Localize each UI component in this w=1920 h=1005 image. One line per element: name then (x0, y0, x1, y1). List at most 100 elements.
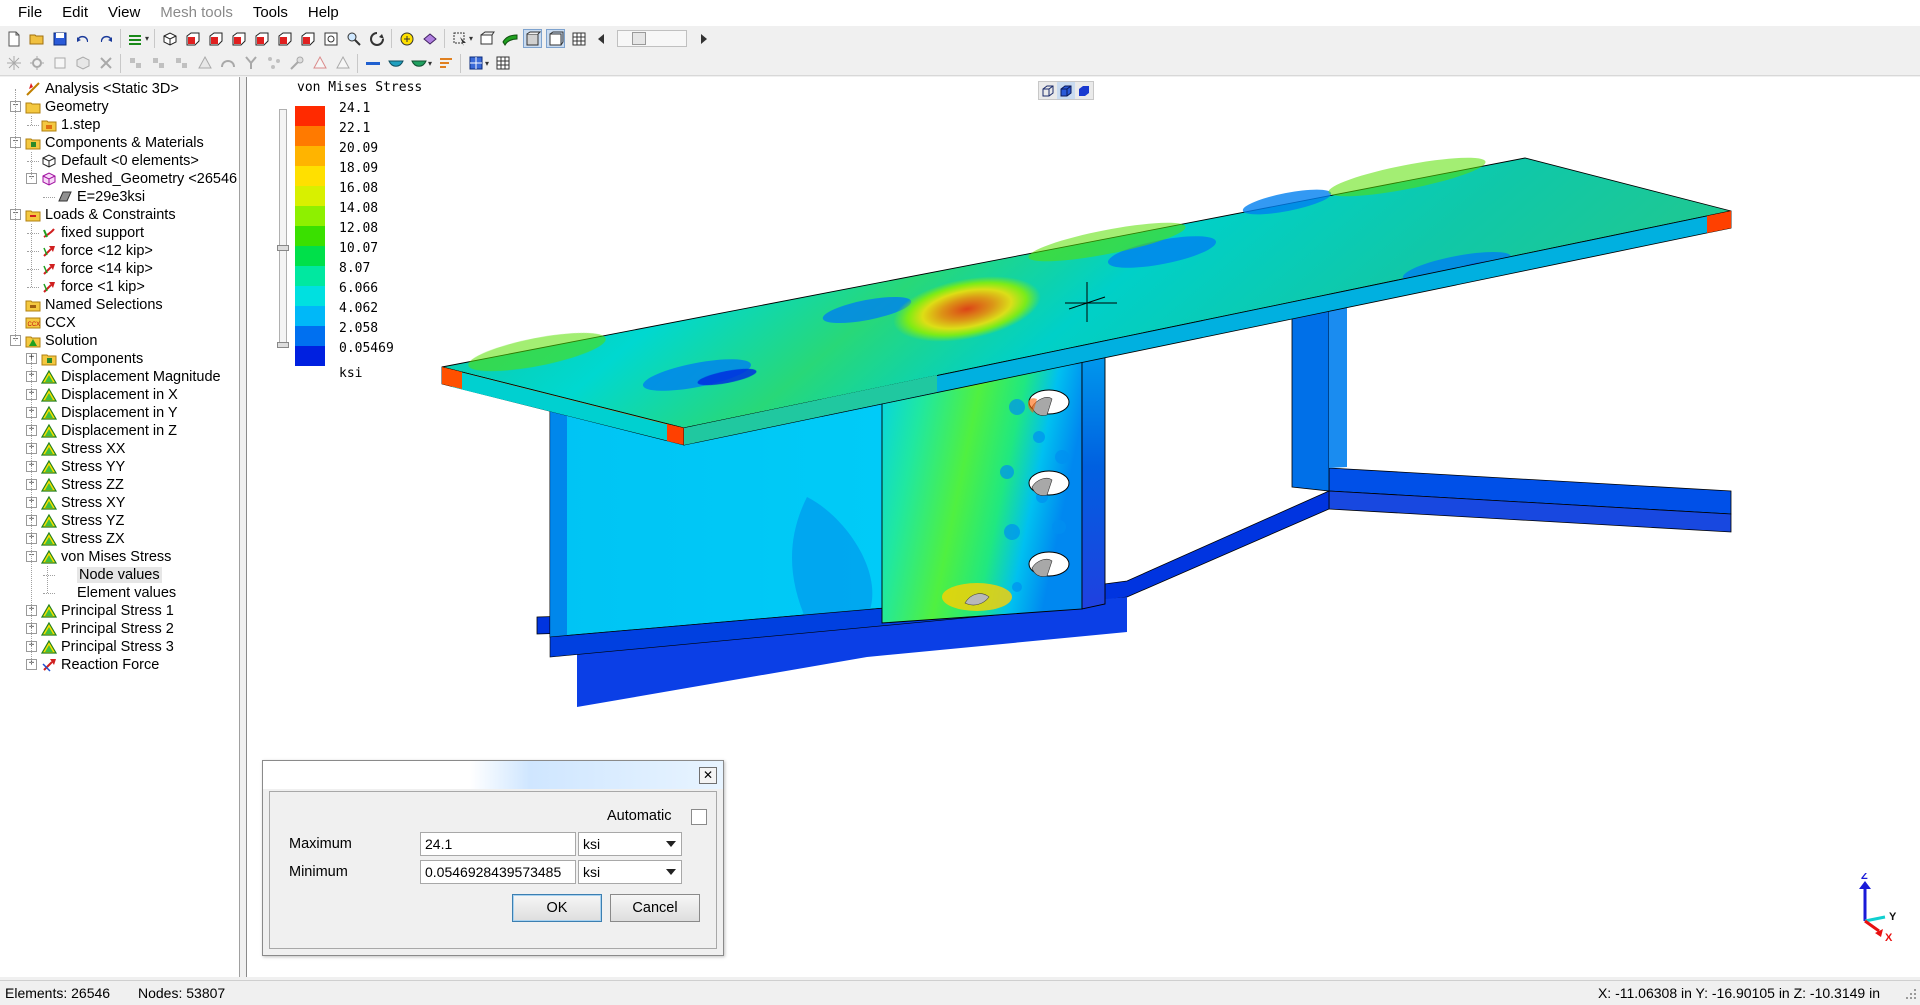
maximum-unit-select[interactable]: ksi (578, 832, 682, 856)
rotate-icon[interactable] (367, 29, 386, 48)
surface-icon[interactable] (500, 29, 519, 48)
dialog-body: Automatic Maximum ksi Minimum ksi OK Can… (269, 791, 717, 949)
redo-icon[interactable] (96, 29, 115, 48)
legend-range-slider[interactable] (277, 109, 289, 348)
table-icon[interactable] (493, 54, 512, 73)
snowflake-icon[interactable] (4, 54, 23, 73)
resize-grip-icon[interactable] (1902, 985, 1918, 1001)
force-icon (40, 279, 57, 296)
node-icon[interactable] (126, 54, 145, 73)
legend-title: von Mises Stress (297, 80, 423, 95)
legend-value: 8.07 (339, 261, 371, 276)
zoom-fit-icon[interactable] (321, 29, 340, 48)
cursor-dropdown-icon[interactable] (450, 29, 469, 48)
toolbar-slider[interactable] (617, 30, 688, 47)
zoom-icon[interactable] (344, 29, 363, 48)
cube-icon[interactable] (73, 54, 92, 73)
bowl-icon[interactable] (386, 54, 405, 73)
triangle-icon[interactable] (333, 54, 352, 73)
open-folder-icon[interactable] (27, 29, 46, 48)
slider-left-icon[interactable] (592, 29, 611, 48)
automatic-checkbox[interactable] (691, 809, 707, 825)
automatic-label: Automatic (607, 808, 672, 824)
tree-item-reaction-force[interactable]: Reaction Force (40, 654, 159, 676)
status-nodes: Nodes: 53807 (138, 985, 226, 1001)
minimum-unit-select[interactable]: ksi (578, 860, 682, 884)
box-select-icon[interactable] (477, 29, 496, 48)
maximum-input[interactable] (420, 832, 576, 856)
node2-icon[interactable] (149, 54, 168, 73)
legend-slider-handle-upper[interactable] (277, 245, 289, 251)
minimum-input[interactable] (420, 860, 576, 884)
menu-tools[interactable]: Tools (243, 0, 298, 26)
view-iso-icon[interactable] (160, 29, 179, 48)
toolbar-slider-thumb[interactable] (632, 32, 647, 45)
save-icon[interactable] (50, 29, 69, 48)
tree-item-label: Displacement in Z (61, 423, 178, 439)
dropdown-arrow-icon[interactable]: ▾ (485, 59, 489, 68)
view-front-icon[interactable] (183, 29, 202, 48)
secondary-toolbar: ▾ ▾ (0, 51, 1920, 76)
legend-swatch (295, 146, 325, 166)
legend-value: 14.08 (339, 201, 379, 216)
cone-icon[interactable] (195, 54, 214, 73)
wireframe-edges-icon[interactable] (546, 29, 566, 48)
layers-dropdown-icon[interactable] (126, 29, 145, 48)
bowl-green-icon[interactable] (409, 54, 428, 73)
menu-edit[interactable]: Edit (52, 0, 98, 26)
grid-icon[interactable] (466, 54, 485, 73)
cancel-button[interactable]: Cancel (610, 894, 700, 922)
menu-help[interactable]: Help (298, 0, 349, 26)
view-bottom-icon[interactable] (298, 29, 317, 48)
wireframe-view-icon[interactable] (1039, 82, 1057, 99)
select-mode-icon[interactable] (420, 29, 439, 48)
beam-icon[interactable] (363, 54, 382, 73)
close-icon[interactable]: ✕ (699, 767, 717, 784)
legend-slider-handle-lower[interactable] (277, 342, 289, 348)
shaded-edges-view-icon[interactable] (1057, 82, 1075, 99)
menu-view[interactable]: View (98, 0, 150, 26)
gear-sun-icon[interactable] (27, 54, 46, 73)
tree-guide (31, 152, 32, 179)
delete-icon[interactable] (96, 54, 115, 73)
shaded-icon[interactable] (523, 29, 543, 48)
probe-icon[interactable] (287, 54, 306, 73)
tree-connector (27, 161, 39, 162)
dialog-titlebar[interactable]: ✕ (263, 761, 723, 789)
view-right-icon[interactable] (252, 29, 271, 48)
rect-icon[interactable] (50, 54, 69, 73)
undo-icon[interactable] (73, 29, 92, 48)
pan-icon[interactable] (397, 29, 416, 48)
node3-icon[interactable] (172, 54, 191, 73)
fork-icon[interactable] (241, 54, 260, 73)
dropdown-arrow-icon[interactable]: ▾ (428, 59, 432, 68)
mesh-part-magenta-icon (40, 171, 57, 188)
legend-value: 24.1 (339, 101, 371, 116)
shaded-view-icon[interactable] (1075, 82, 1093, 99)
tree-item-label: Principal Stress 3 (61, 639, 174, 655)
ok-button[interactable]: OK (512, 894, 602, 922)
dropdown-arrow-icon[interactable]: ▾ (145, 34, 149, 43)
axis-z-label: Z (1861, 873, 1868, 882)
result-icon (40, 639, 57, 656)
slider-right-icon[interactable] (693, 29, 712, 48)
tree-guide (47, 566, 48, 593)
new-file-icon[interactable] (4, 29, 23, 48)
menu-file[interactable]: File (8, 0, 52, 26)
scatter-icon[interactable] (264, 54, 283, 73)
dropdown-arrow-icon[interactable]: ▾ (469, 34, 473, 43)
tree-item-label: 1.step (61, 117, 101, 133)
view-top-icon[interactable] (275, 29, 294, 48)
mesh-icon[interactable] (569, 29, 588, 48)
arc-icon[interactable] (218, 54, 237, 73)
tree-item-label: Solution (45, 333, 98, 349)
components-icon (40, 351, 57, 368)
tree-item-label: CCX (45, 315, 76, 331)
menu-mesh-tools[interactable]: Mesh tools (150, 0, 243, 26)
view-back-icon[interactable] (206, 29, 225, 48)
view-left-icon[interactable] (229, 29, 248, 48)
legend-swatch (295, 286, 325, 306)
sort-icon[interactable] (436, 54, 455, 73)
legend-value: 12.08 (339, 221, 379, 236)
triangle-red-icon[interactable] (310, 54, 329, 73)
